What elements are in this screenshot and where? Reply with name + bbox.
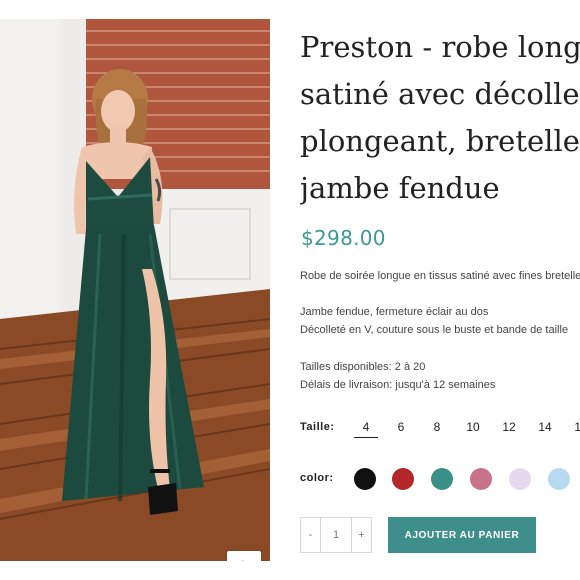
product-title-line: satiné avec décolleté — [300, 77, 580, 111]
color-swatch-red[interactable] — [392, 468, 414, 490]
quantity-stepper: - 1 + — [300, 517, 372, 553]
size-option-8[interactable]: 8 — [427, 420, 447, 434]
product-price: $298.00 — [301, 226, 386, 250]
product-image[interactable] — [0, 19, 270, 561]
description-line: Tailles disponibles: 2 à 20 — [300, 361, 426, 373]
quantity-input[interactable]: 1 — [321, 518, 351, 552]
zoom-button[interactable] — [227, 551, 261, 561]
color-swatch-rose[interactable] — [470, 468, 492, 490]
color-swatch-black[interactable] — [354, 468, 376, 490]
description-line: Décolleté en V, couture sous le buste et… — [300, 324, 569, 336]
description-line: Robe de soirée longue en tissus satiné a… — [300, 270, 580, 282]
dress-photo-illustration — [0, 19, 270, 561]
product-info: Preston - robe longue satiné avec décoll… — [300, 0, 580, 580]
product-title-line: jambe fendue — [300, 171, 500, 205]
size-option-12[interactable]: 12 — [499, 420, 519, 434]
quantity-increase-button[interactable]: + — [351, 518, 371, 552]
product-title-line: plongeant, bretelles et — [300, 124, 580, 158]
description-line: Délais de livraison: jusqu'à 12 semaines — [300, 379, 496, 391]
description-line: Jambe fendue, fermeture éclair au dos — [300, 306, 489, 318]
product-title-line: Preston - robe longue — [300, 30, 580, 64]
product-title: Preston - robe longue satiné avec décoll… — [300, 24, 580, 212]
size-option-4[interactable]: 4 — [354, 420, 378, 438]
add-to-cart-button[interactable]: AJOUTER AU PANIER — [388, 517, 536, 553]
color-label: color: — [300, 472, 334, 484]
color-swatch-teal[interactable] — [431, 468, 453, 490]
color-swatch-lilac[interactable] — [509, 468, 531, 490]
size-option-10[interactable]: 10 — [463, 420, 483, 434]
size-option-16[interactable]: 16 — [571, 420, 580, 434]
size-option-6[interactable]: 6 — [391, 420, 411, 434]
quantity-decrease-button[interactable]: - — [301, 518, 321, 552]
color-swatch-light-blue[interactable] — [548, 468, 570, 490]
size-option-14[interactable]: 14 — [535, 420, 555, 434]
size-label: Taille: — [300, 421, 335, 433]
zoom-in-icon — [240, 560, 245, 561]
